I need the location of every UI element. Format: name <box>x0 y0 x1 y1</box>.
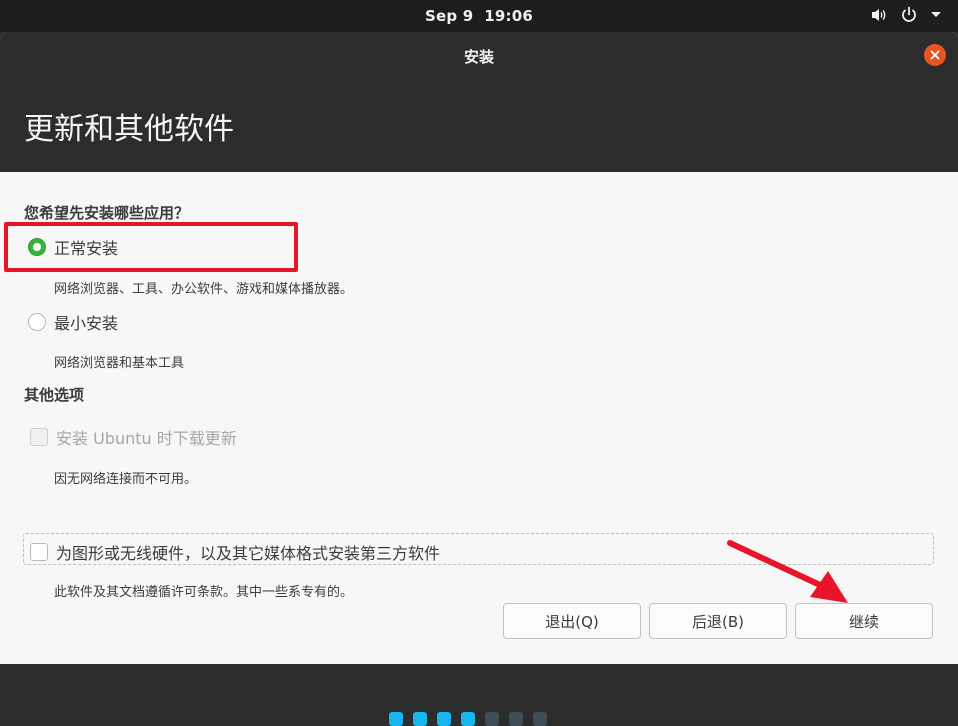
progress-dot <box>437 712 451 726</box>
install-progress-dots <box>389 712 547 726</box>
download-updates-desc: 因无网络连接而不可用。 <box>54 472 198 487</box>
power-icon[interactable] <box>900 6 918 24</box>
system-tray[interactable] <box>870 6 942 24</box>
progress-dot <box>461 712 475 726</box>
progress-dot <box>533 712 547 726</box>
radio-minimal-install[interactable]: 最小安装 <box>28 310 118 334</box>
page-title: 更新和其他软件 <box>24 112 234 147</box>
third-party-desc: 此软件及其文档遵循许可条款。其中一些系专有的。 <box>54 585 354 600</box>
progress-dot <box>509 712 523 726</box>
checkbox-third-party[interactable]: 为图形或无线硬件，以及其它媒体格式安装第三方软件 <box>30 540 440 564</box>
clock-time: 19:06 <box>484 7 533 25</box>
close-button[interactable] <box>924 44 946 66</box>
system-top-bar: Sep 9 19:06 <box>0 0 958 32</box>
progress-dot <box>485 712 499 726</box>
other-options-heading: 其他选项 <box>24 386 85 404</box>
minimal-install-desc: 网络浏览器和基本工具 <box>54 356 185 371</box>
third-party-checkbox[interactable] <box>30 543 48 561</box>
checkbox-download-updates[interactable]: 安装 Ubuntu 时下载更新 <box>30 425 237 449</box>
close-icon <box>930 50 940 60</box>
window-title: 安装 <box>463 48 494 66</box>
page-header: 更新和其他软件 <box>0 82 958 172</box>
chevron-down-icon[interactable] <box>930 11 942 19</box>
volume-icon[interactable] <box>870 7 888 23</box>
download-updates-label: 安装 Ubuntu 时下载更新 <box>56 429 237 448</box>
annotation-arrow <box>727 540 848 603</box>
clock-date: Sep 9 <box>425 7 474 25</box>
download-updates-checkbox[interactable] <box>30 428 48 446</box>
system-clock[interactable]: Sep 9 19:06 <box>0 7 958 25</box>
third-party-label: 为图形或无线硬件，以及其它媒体格式安装第三方软件 <box>56 544 441 563</box>
radio-minimal-label: 最小安装 <box>54 314 119 333</box>
quit-button[interactable]: 退出(Q) <box>503 603 641 639</box>
annotation-highlight-box <box>4 222 298 272</box>
progress-dot <box>389 712 403 726</box>
progress-dot <box>413 712 427 726</box>
radio-minimal-indicator[interactable] <box>28 313 46 331</box>
window-titlebar[interactable]: 安装 <box>0 32 958 82</box>
normal-install-desc: 网络浏览器、工具、办公软件、游戏和媒体播放器。 <box>54 282 354 297</box>
install-question: 您希望先安装哪些应用？ <box>24 204 190 222</box>
